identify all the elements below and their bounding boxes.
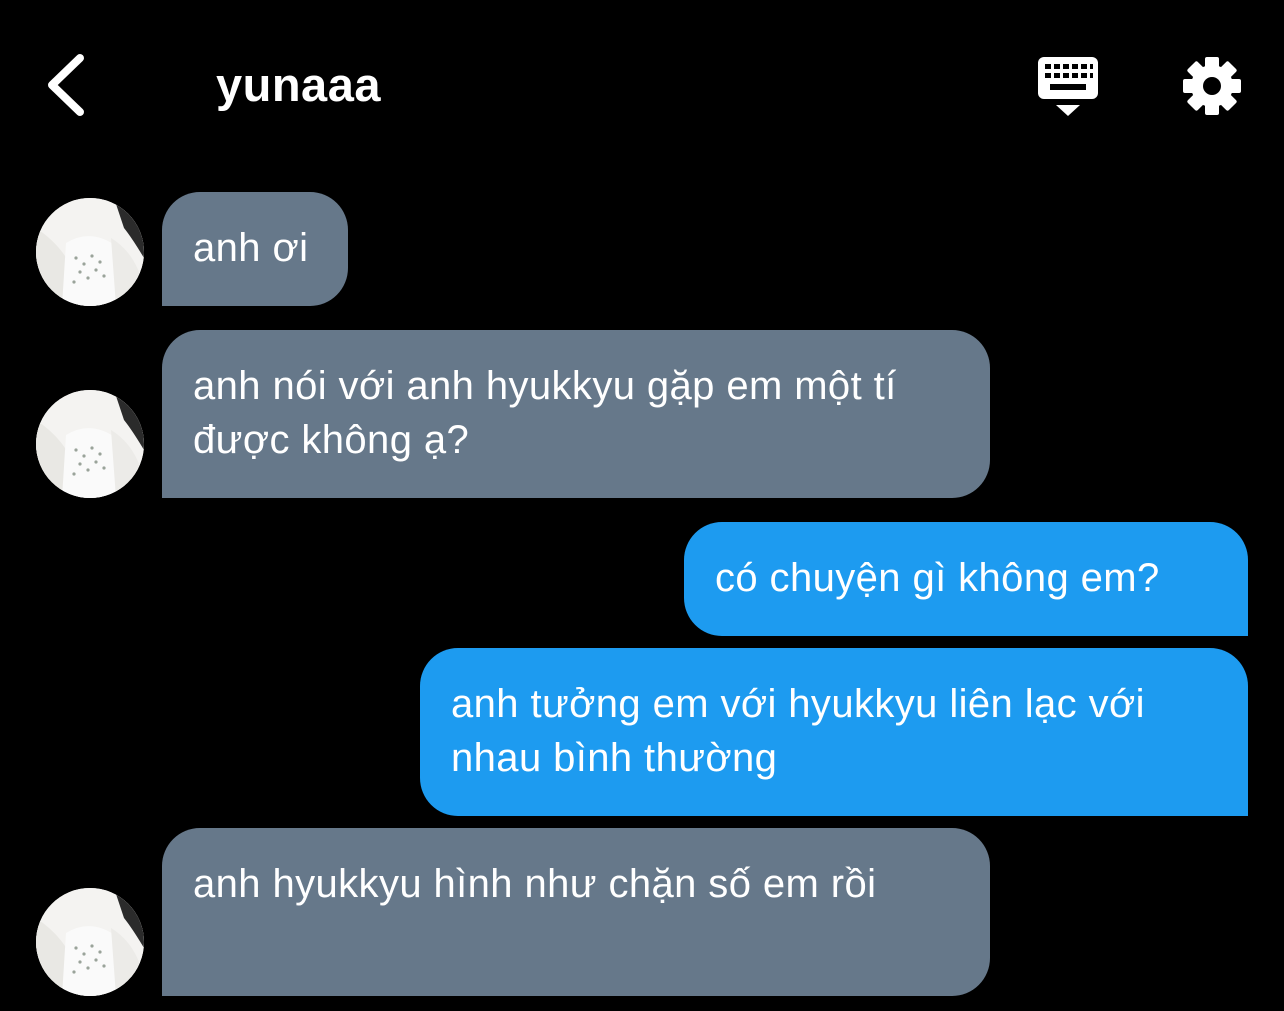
back-button[interactable] (38, 50, 98, 120)
message-bubble-outgoing[interactable]: có chuyện gì không em? (684, 522, 1248, 636)
message-text: anh ơi (193, 226, 309, 270)
message-bubble-incoming[interactable]: anh hyukkyu hình như chặn số em rồi (162, 828, 990, 996)
conversation-title: yunaaa (216, 58, 381, 111)
message-bubble-outgoing[interactable]: anh tưởng em với hyukkyu liên lạc với nh… (420, 648, 1248, 816)
message-text: có chuyện gì không em? (715, 556, 1160, 600)
message-text: anh hyukkyu hình như chặn số em rồi (193, 862, 877, 906)
contact-avatar[interactable] (36, 888, 144, 996)
message-text: anh tưởng em với hyukkyu liên lạc với nh… (451, 682, 1145, 780)
chat-header: yunaaa (0, 0, 1284, 170)
settings-button[interactable] (1180, 54, 1244, 118)
contact-avatar[interactable] (36, 198, 144, 306)
message-text: anh nói với anh hyukkyu gặp em một tí đư… (193, 364, 897, 462)
keyboard-button[interactable] (1036, 55, 1100, 119)
message-bubble-incoming[interactable]: anh ơi (162, 192, 348, 306)
message-bubble-incoming[interactable]: anh nói với anh hyukkyu gặp em một tí đư… (162, 330, 990, 498)
gear-icon (1183, 57, 1241, 115)
keyboard-icon (1038, 57, 1098, 116)
contact-avatar[interactable] (36, 390, 144, 498)
chevron-left-icon (48, 54, 84, 116)
